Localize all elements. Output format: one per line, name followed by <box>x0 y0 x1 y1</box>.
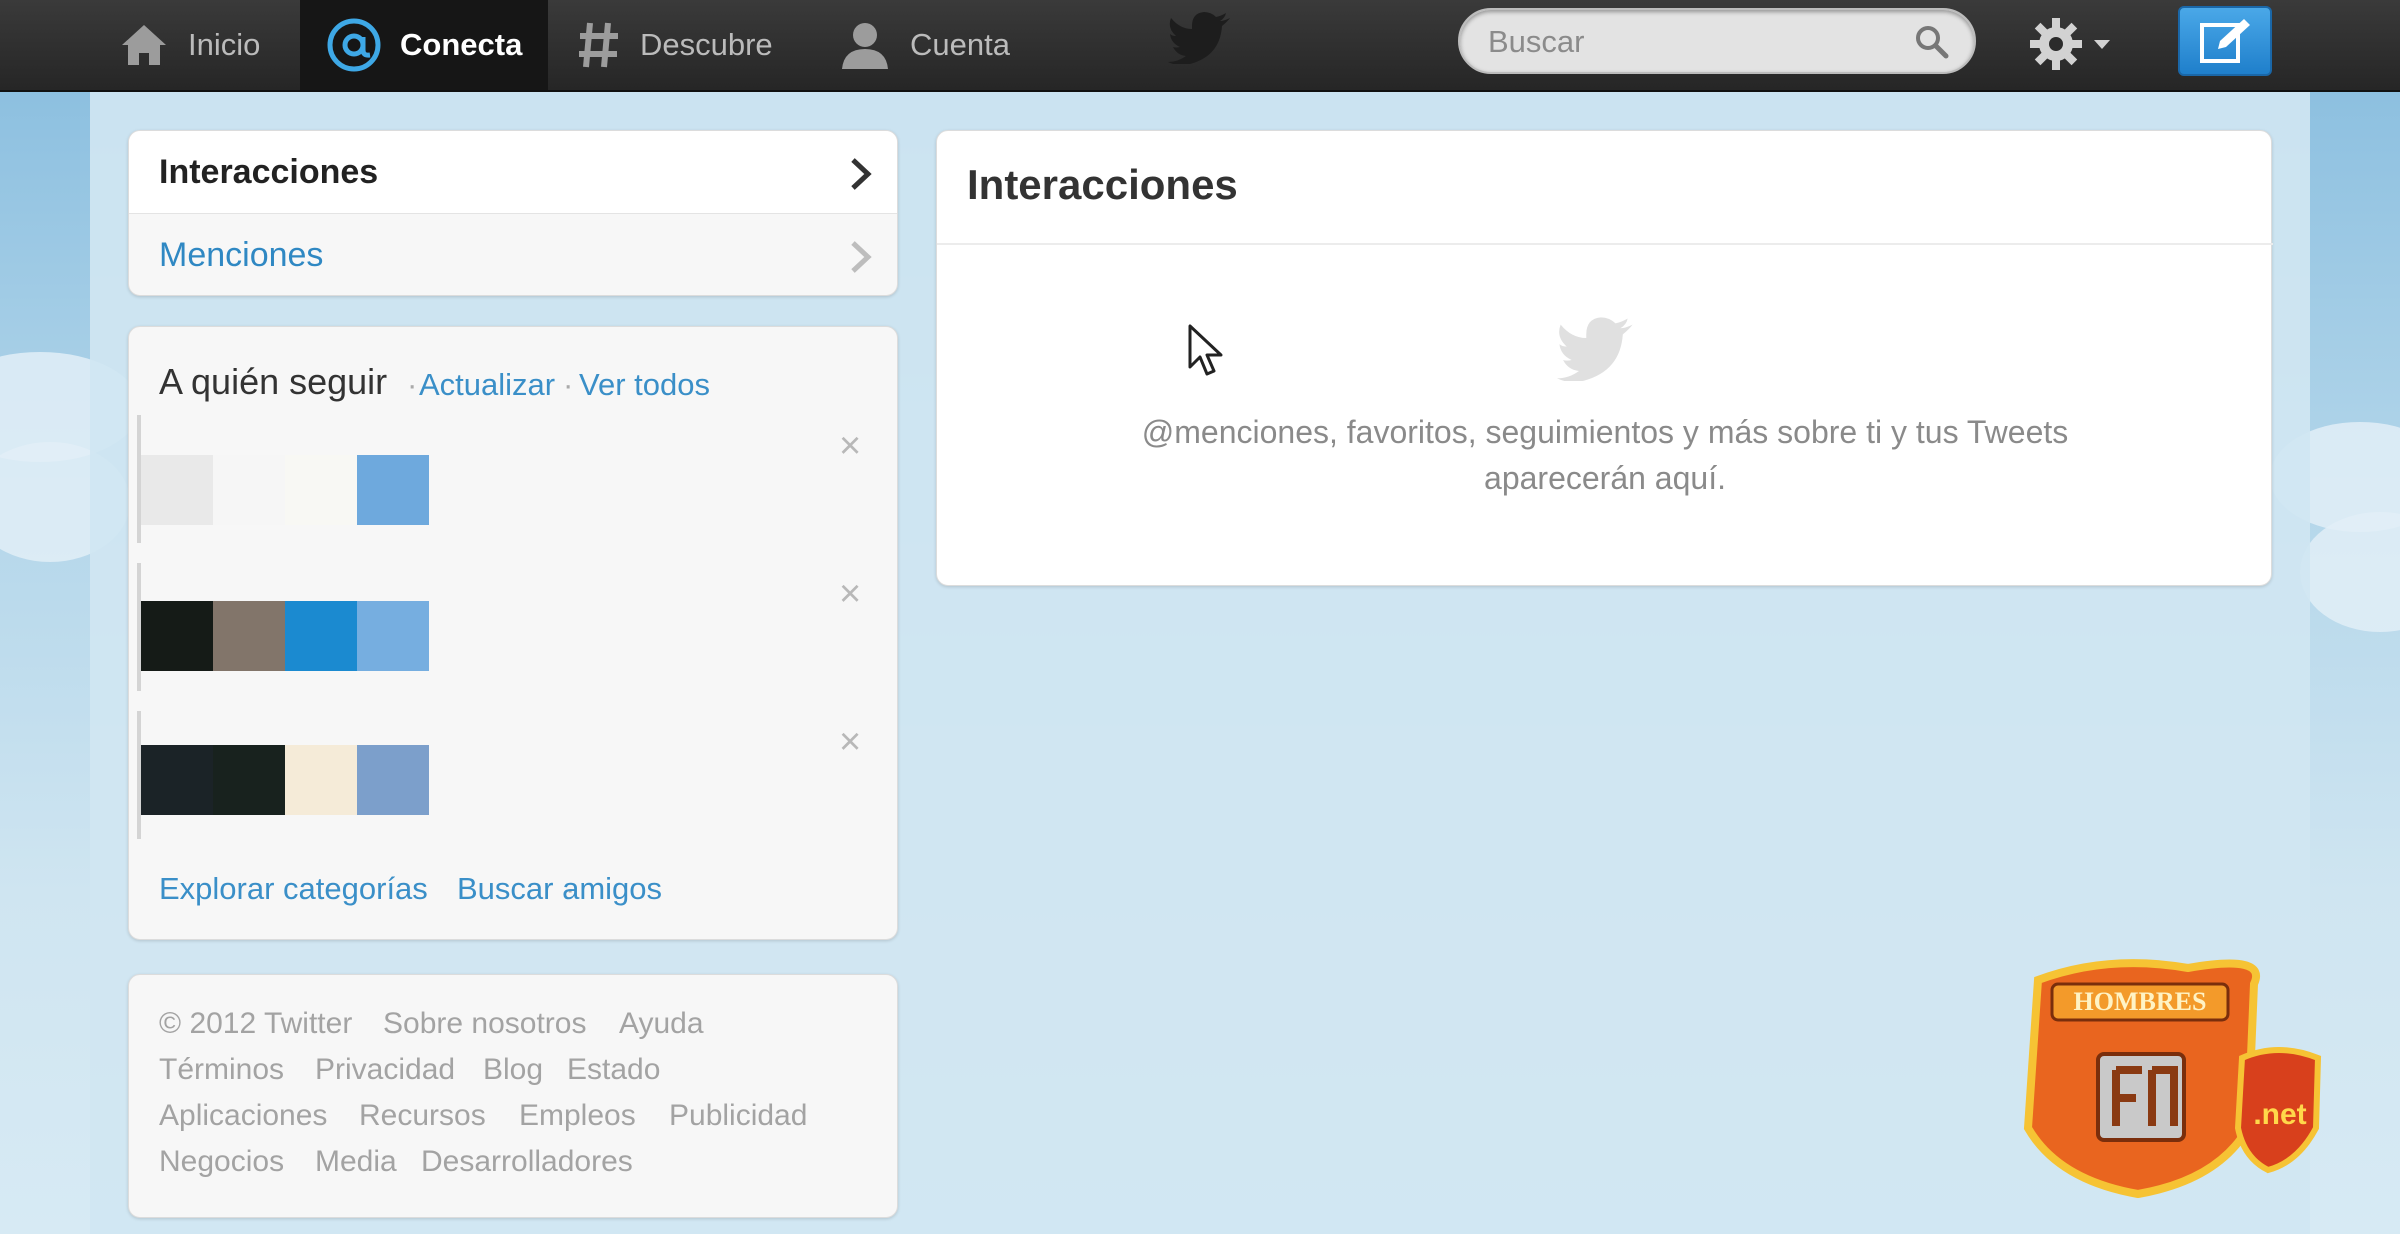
nav-account[interactable]: Cuenta <box>838 0 1028 90</box>
avatar-blurred <box>141 745 213 815</box>
footer-links-card: © 2012 Twitter Sobre nosotros Ayuda Térm… <box>128 974 898 1218</box>
avatar-blurred <box>285 601 357 671</box>
footer-link-jobs[interactable]: Empleos <box>519 1099 636 1133</box>
separator-dot: · <box>407 367 418 402</box>
nav-discover-label: Descubre <box>640 27 773 62</box>
footer-link-apps[interactable]: Aplicaciones <box>159 1099 327 1133</box>
nav-connect[interactable]: Conecta <box>300 0 548 90</box>
avatar-blurred <box>141 601 213 671</box>
nav-discover[interactable]: Descubre <box>576 0 796 90</box>
footer-link-resources[interactable]: Recursos <box>359 1099 486 1133</box>
menu-item-interactions[interactable]: Interacciones <box>129 131 897 214</box>
nav-home-label: Inicio <box>188 27 261 62</box>
empty-state-line: aparecerán aquí. <box>1484 460 1726 496</box>
home-icon <box>122 25 166 65</box>
footer-link-business[interactable]: Negocios <box>159 1145 284 1179</box>
avatar-blurred <box>213 601 285 671</box>
nav-connect-label: Conecta <box>400 27 523 62</box>
who-to-follow-card: A quién seguir · Actualizar · Ver todos … <box>128 326 898 940</box>
footer-link-privacy[interactable]: Privacidad <box>315 1053 455 1087</box>
refresh-link[interactable]: Actualizar <box>419 367 555 403</box>
page-title: Interacciones <box>967 161 1238 208</box>
search-input[interactable] <box>1488 20 1888 64</box>
nav-home[interactable]: Inicio <box>118 0 288 90</box>
user-icon <box>842 23 888 69</box>
gear-icon <box>2030 18 2082 70</box>
settings-menu-button[interactable] <box>2026 12 2122 76</box>
footer-link-help[interactable]: Ayuda <box>619 1007 704 1041</box>
view-all-link[interactable]: Ver todos <box>579 367 710 403</box>
find-friends-link[interactable]: Buscar amigos <box>457 871 662 907</box>
interactions-menu: Interacciones Menciones <box>128 130 898 296</box>
empty-state-message: @menciones, favoritos, seguimientos y má… <box>937 409 2273 501</box>
dismiss-suggestion-close-icon[interactable]: × <box>839 425 861 468</box>
empty-state-line: @menciones, favoritos, seguimientos y má… <box>1141 414 2069 450</box>
explore-categories-link[interactable]: Explorar categorías <box>159 871 428 907</box>
search-icon[interactable] <box>1912 22 1952 62</box>
footer-link-developers[interactable]: Desarrolladores <box>421 1145 633 1179</box>
watermark-top-text: HOMBRES <box>2074 987 2207 1016</box>
avatar-blurred <box>141 455 213 525</box>
avatar-blurred <box>213 745 285 815</box>
twitter-bird-logo-icon <box>1168 12 1230 64</box>
compose-pencil-icon <box>2200 19 2250 63</box>
footer-link-blog[interactable]: Blog <box>483 1053 543 1087</box>
interactions-stream: Interacciones @menciones, favoritos, seg… <box>936 130 2273 586</box>
separator-dot: · <box>563 367 574 402</box>
menu-item-mentions[interactable]: Menciones <box>129 214 897 295</box>
avatar-blurred <box>285 455 357 525</box>
caret-down-icon <box>2094 40 2110 49</box>
chevron-right-icon <box>851 241 872 273</box>
footer-link-about[interactable]: Sobre nosotros <box>383 1007 586 1041</box>
footer-link-advertising[interactable]: Publicidad <box>669 1099 807 1133</box>
menu-item-label: Interacciones <box>159 152 379 191</box>
menu-item-label: Menciones <box>159 236 324 274</box>
dismiss-suggestion-close-icon[interactable]: × <box>839 721 861 764</box>
twitter-bird-icon <box>1557 317 1633 381</box>
chevron-right-icon <box>851 158 872 190</box>
watermark-bottom-text: .net <box>2253 1098 2306 1131</box>
dismiss-suggestion-close-icon[interactable]: × <box>839 573 861 616</box>
search-box[interactable] <box>1458 8 1976 74</box>
mouse-cursor-icon <box>1188 324 1223 376</box>
compose-tweet-button[interactable] <box>2178 6 2272 76</box>
avatar-blurred <box>357 455 429 525</box>
avatar-blurred <box>357 601 429 671</box>
hashtag-icon <box>579 22 618 68</box>
nav-account-label: Cuenta <box>910 27 1010 62</box>
footer-link-status[interactable]: Estado <box>567 1053 660 1087</box>
avatar-blurred <box>213 455 285 525</box>
avatar-blurred <box>357 745 429 815</box>
cloud <box>2300 512 2400 632</box>
at-icon <box>327 18 381 72</box>
copyright-text: © 2012 Twitter <box>159 1007 353 1040</box>
footer-link-terms[interactable]: Términos <box>159 1053 284 1087</box>
avatar-blurred <box>285 745 357 815</box>
watermark-logo: HOMBRES .net <box>2023 959 2322 1199</box>
who-to-follow-title: A quién seguir <box>159 361 388 402</box>
header-divider <box>937 243 2273 245</box>
footer-link-media[interactable]: Media <box>315 1145 397 1179</box>
top-navigation-bar: Inicio Conecta Descubre Cuenta <box>0 0 2400 92</box>
